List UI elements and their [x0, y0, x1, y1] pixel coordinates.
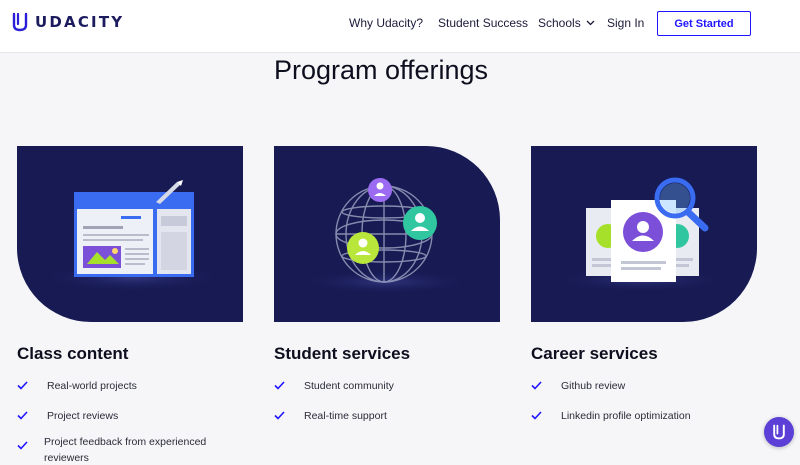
brand-name: UDACITY: [35, 13, 125, 31]
class-content-heading: Class content: [17, 344, 129, 363]
section-title: Program offerings: [273, 55, 489, 85]
chat-launcher-button[interactable]: [764, 417, 794, 447]
student-services-heading: Student services: [274, 344, 411, 363]
get-started-button[interactable]: Get Started: [657, 11, 751, 36]
feature-item: Project feedback from experienced review…: [44, 436, 207, 464]
resume-magnifier-illustration: [551, 177, 731, 292]
check-icon: [274, 381, 285, 390]
feature-item: Student community: [304, 380, 394, 392]
feature-item: Project reviews: [47, 410, 119, 422]
chevron-down-icon: [586, 20, 595, 26]
feature-item: Linkedin profile optimization: [561, 410, 691, 422]
career-services-illustration: [531, 146, 757, 322]
feature-item: Github review: [561, 380, 626, 392]
nav-why-udacity[interactable]: Why Udacity?: [349, 16, 423, 30]
check-icon: [531, 381, 542, 390]
class-content-illustration: [17, 146, 243, 322]
nav-sign-in[interactable]: Sign In: [607, 16, 644, 30]
udacity-logo[interactable]: UDACITY: [12, 12, 124, 32]
browser-window-illustration: [38, 180, 228, 292]
check-icon: [17, 441, 28, 450]
nav-schools-label: Schools: [538, 16, 581, 30]
globe-network-illustration: [296, 178, 476, 294]
check-icon: [17, 411, 28, 420]
check-icon: [274, 411, 285, 420]
feature-item: Real-world projects: [47, 380, 137, 392]
check-icon: [531, 411, 542, 420]
feature-item: Real-time support: [304, 410, 387, 422]
career-services-heading: Career services: [531, 344, 658, 363]
nav-student-success[interactable]: Student Success: [438, 16, 528, 30]
udacity-u-logo-icon: [12, 12, 28, 32]
site-header: UDACITY Why Udacity? Student Success Sch…: [0, 0, 800, 53]
nav-schools[interactable]: Schools: [538, 16, 595, 30]
udacity-chat-icon: [773, 424, 785, 440]
check-icon: [17, 381, 28, 390]
student-services-illustration: [274, 146, 500, 322]
